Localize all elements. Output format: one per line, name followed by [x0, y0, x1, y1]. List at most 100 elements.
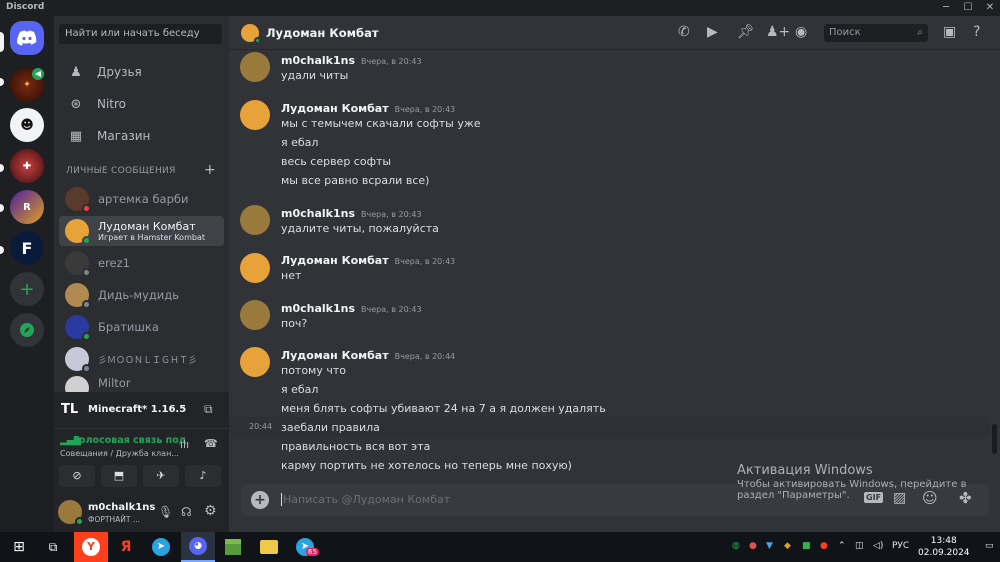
status-offline-icon	[82, 364, 91, 373]
minecraft-app[interactable]	[216, 532, 250, 562]
settings-gear-icon[interactable]: ⚙	[204, 503, 217, 519]
author-name: m0chalk1ns	[281, 302, 356, 315]
tray-icon[interactable]: ●	[749, 541, 757, 551]
user-profile-icon[interactable]: ◉	[795, 24, 807, 40]
game-title: Minecraft* 1.16.5	[88, 404, 187, 415]
avatar[interactable]	[240, 253, 270, 283]
message-author[interactable]: Лудоман Комбат Вчера, в 20:43	[281, 254, 455, 267]
home-button[interactable]	[10, 21, 44, 55]
disconnect-icon[interactable]: ☎	[204, 437, 218, 450]
microphone-icon[interactable]: 🎙︎	[158, 505, 173, 519]
server-icon-2[interactable]: ☻	[10, 108, 44, 142]
dm-item-selected[interactable]: Лудоман Комбат Играет в Hamster Kombat	[59, 216, 224, 246]
server-icon-4[interactable]: R	[10, 190, 44, 224]
avatar	[65, 347, 91, 373]
voice-channel[interactable]: Совещания / Дружба клан...	[60, 449, 179, 458]
tray-icon[interactable]: ◆	[784, 541, 791, 551]
avatar	[65, 315, 91, 341]
dm-item[interactable]: 彡ＭＯＯＮＬＩＧＨＴ彡	[59, 344, 224, 374]
avatar	[65, 376, 89, 392]
telegram-app-2[interactable]: ➤ 65	[288, 532, 322, 562]
soundboard-button[interactable]: ♪	[185, 465, 221, 487]
watermark-title: Активация Windows	[737, 463, 873, 478]
camera-off-button[interactable]: ⊘	[59, 465, 95, 487]
dm-item[interactable]: артемка барби	[59, 184, 224, 214]
avatar[interactable]	[58, 500, 84, 526]
start-button[interactable]: ⊞	[2, 532, 36, 562]
message-author[interactable]: m0chalk1ns Вчера, в 20:43	[281, 302, 422, 315]
message-time: Вчера, в 20:43	[361, 210, 422, 219]
minimize-icon[interactable]: ─	[935, 0, 957, 16]
selected-pill	[0, 32, 4, 52]
tray-icon[interactable]: ●	[820, 541, 828, 551]
yandex-app[interactable]: Y	[74, 532, 108, 562]
screen-share-button[interactable]: ⬒	[101, 465, 137, 487]
message-text: нет	[281, 269, 302, 282]
status-offline-icon	[82, 300, 91, 309]
show-hidden-icon[interactable]: ⌃	[838, 541, 846, 551]
avatar	[65, 283, 91, 309]
server-icon-5[interactable]: F	[10, 231, 44, 265]
activity-button[interactable]: ✈	[143, 465, 179, 487]
dm-name: erez1	[98, 256, 130, 270]
screen-share-icon[interactable]: ⧉	[204, 402, 213, 417]
app-title: Discord	[6, 2, 45, 12]
discord-taskbar-icon: ◕	[189, 537, 207, 555]
add-friends-icon[interactable]: ♟+	[766, 24, 790, 40]
pin-icon[interactable]: 📌︎	[737, 24, 755, 40]
discord-app[interactable]: ◕	[181, 532, 215, 562]
tray-icon[interactable]: ■	[802, 541, 811, 551]
video-call-icon[interactable]: ▶	[707, 24, 718, 40]
inbox-icon[interactable]: ▣	[943, 24, 956, 40]
nav-nitro[interactable]: ⊛ Nitro	[59, 90, 224, 118]
volume-icon[interactable]: ◁)	[873, 541, 883, 551]
noise-icon[interactable]: ılı	[180, 438, 189, 451]
avatar[interactable]	[240, 347, 270, 377]
nav-nitro-label: Nitro	[97, 97, 127, 111]
nav-shop[interactable]: ▦ Магазин	[59, 122, 224, 150]
notifications-icon[interactable]: ▭	[985, 541, 994, 551]
avatar[interactable]	[240, 205, 270, 235]
game-badge: TL	[61, 402, 79, 417]
dm-item[interactable]: Братишка	[59, 312, 224, 342]
language-indicator[interactable]: РУС	[892, 541, 909, 551]
maximize-icon[interactable]: ☐	[957, 0, 979, 16]
server-icon-3[interactable]: ✚	[10, 149, 44, 183]
message-author[interactable]: Лудоман Комбат Вчера, в 20:43	[281, 102, 455, 115]
shop-icon: ▦	[69, 128, 83, 144]
chat-scrollbar[interactable]	[992, 424, 997, 454]
message-author[interactable]: m0chalk1ns Вчера, в 20:43	[281, 54, 422, 67]
help-icon[interactable]: ?	[973, 24, 980, 40]
chat-search-input[interactable]: Поиск ⌕	[824, 24, 928, 42]
nav-friends[interactable]: ♟ Друзья	[59, 58, 224, 86]
explorer-app[interactable]	[252, 532, 286, 562]
network-icon[interactable]: ◫	[855, 541, 864, 551]
dm-name: Miltor	[98, 376, 131, 390]
message-author[interactable]: Лудоман Комбат Вчера, в 20:44	[281, 349, 455, 362]
yandex-music-app[interactable]: Я	[109, 532, 143, 562]
clock[interactable]: 13:48 02.09.2024	[918, 535, 970, 559]
add-server-button[interactable]: +	[10, 272, 44, 306]
dm-item[interactable]: erez1	[59, 248, 224, 278]
avatar[interactable]	[240, 52, 270, 82]
message-author[interactable]: m0chalk1ns Вчера, в 20:43	[281, 207, 422, 220]
add-attachment-icon[interactable]: +	[251, 491, 269, 509]
headphones-icon[interactable]: ☊	[181, 505, 192, 519]
dm-search-input[interactable]: Найти или начать беседу	[59, 24, 222, 44]
tray-icon[interactable]: ▼	[766, 541, 773, 551]
task-view-button[interactable]: ⧉	[36, 532, 70, 562]
tray-icon[interactable]: ◍	[732, 541, 740, 551]
dm-item[interactable]: Дидь-мудидь	[59, 280, 224, 310]
avatar[interactable]	[240, 100, 270, 130]
telegram-app[interactable]: ➤	[144, 532, 178, 562]
message-input[interactable]: Написать @Лудоман Комбат	[281, 493, 450, 506]
discover-button[interactable]	[10, 313, 44, 347]
create-dm-button[interactable]: +	[204, 162, 216, 178]
message-text: я ебал	[281, 383, 319, 396]
voice-call-icon[interactable]: ✆	[678, 24, 690, 40]
voice-status[interactable]: Голосовая связь под	[73, 435, 186, 446]
avatar[interactable]	[240, 300, 270, 330]
close-icon[interactable]: ✕	[979, 0, 1000, 16]
dm-item[interactable]: Miltor	[59, 376, 224, 392]
activation-watermark: Активация Windows Чтобы активировать Win…	[737, 463, 966, 501]
